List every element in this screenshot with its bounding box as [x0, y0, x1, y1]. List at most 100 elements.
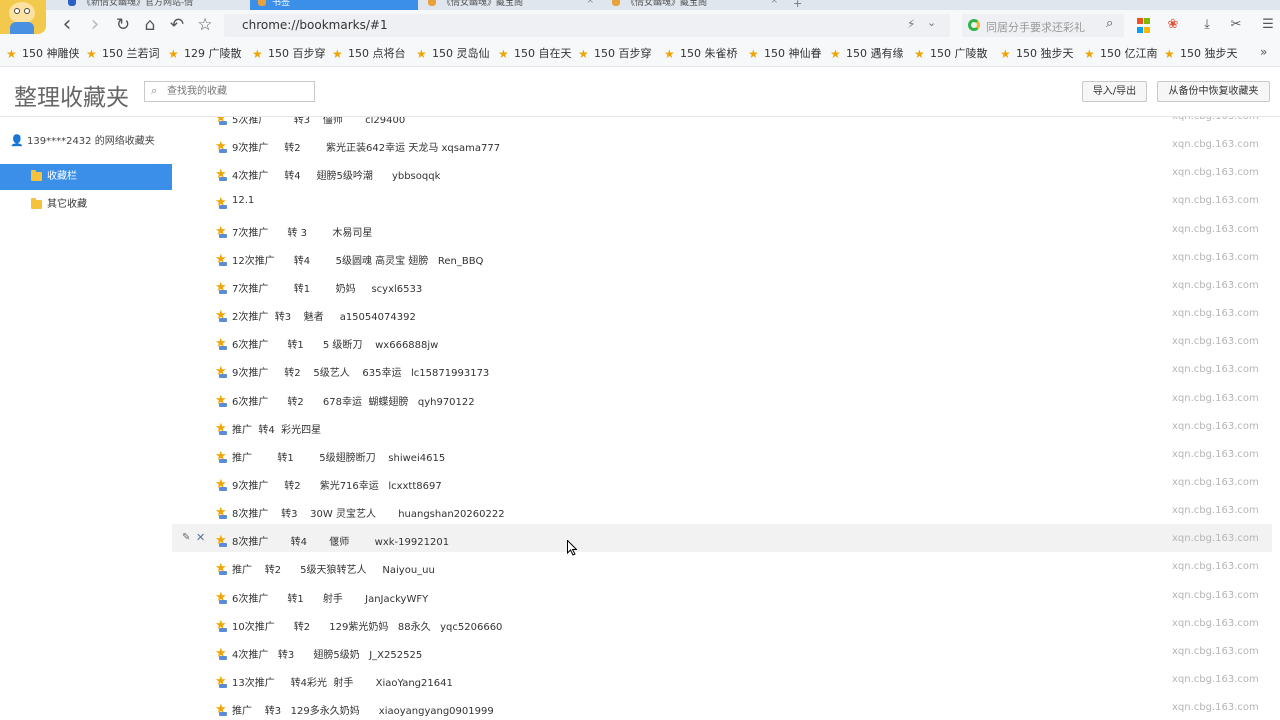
- folder-bookmarks-bar[interactable]: 收藏栏: [0, 164, 172, 190]
- bookmark-bar-item[interactable]: ★ 150 遇有缘: [830, 46, 906, 62]
- bookmark-bar-label: 129 广陵散: [184, 47, 242, 60]
- list-item[interactable]: ★ 6次推广 转1 射手 JanJackyWFY xqn.cbg.163.com: [172, 581, 1272, 609]
- bookmark-bar-item[interactable]: ★ 150 兰若词: [86, 46, 162, 62]
- delete-icon[interactable]: ✕: [196, 531, 205, 544]
- browser-search-box[interactable]: 同居分手要求还彩礼 ⌕: [962, 14, 1124, 37]
- bookmark-bar-item[interactable]: ★ 150 广陵散: [914, 46, 990, 62]
- bookmark-icon: ★: [215, 336, 227, 352]
- bookmark-bar-item[interactable]: ★ 150 自在天: [498, 46, 574, 62]
- folder-other-bookmarks[interactable]: 其它收藏: [0, 192, 172, 218]
- bookmark-star-button[interactable]: ☆: [194, 14, 216, 36]
- tab-label: 《新倩女幽魂》官方网站-倩: [82, 0, 194, 8]
- home-button[interactable]: ⌂: [139, 14, 161, 36]
- bookmark-star-icon: ★: [1000, 47, 1011, 61]
- bookmark-icon: ★: [215, 308, 227, 324]
- bookmark-search[interactable]: ⌕: [144, 81, 315, 102]
- back-button[interactable]: ‹: [56, 14, 78, 36]
- bookmark-icon: ★: [215, 392, 227, 408]
- bookmark-icon: ★: [215, 117, 227, 126]
- bookmark-title: 8次推广 转4 偃师 wxk-19921201: [232, 537, 450, 549]
- game-icon[interactable]: ❀: [1165, 17, 1181, 33]
- new-tab-button[interactable]: +: [793, 0, 802, 10]
- bookmark-bar-item[interactable]: ★ 150 百步穿: [252, 46, 328, 62]
- list-item[interactable]: ★ 4次推广 转4 翅膀5级吟潮 ybbsoqqk xqn.cbg.163.com: [172, 158, 1272, 186]
- list-item[interactable]: ★ 10次推广 转2 129紫光奶妈 88永久 yqc5206660 xqn.cbg…: [172, 609, 1272, 637]
- bookmark-icon: ★: [215, 364, 227, 380]
- avatar[interactable]: [0, 0, 46, 34]
- list-item[interactable]: ★ 6次推广 转1 5 级断刀 wx666888jw xqn.cbg.163.com: [172, 327, 1272, 355]
- list-item[interactable]: ★ 推广 转1 5级翅膀断刀 shiwei4615 xqn.cbg.163.com: [172, 440, 1272, 468]
- chevron-down-icon[interactable]: ⌄: [927, 16, 936, 29]
- bookmark-bar-label: 150 百步穿: [268, 47, 326, 60]
- bookmark-title: 推广 转2 5级天狼转艺人 Naiyou_uu: [232, 565, 435, 577]
- menu-icon[interactable]: ☰: [1260, 17, 1276, 33]
- bookmark-star-icon: ★: [6, 47, 17, 61]
- bookmark-star-icon: ★: [830, 47, 841, 61]
- restore-backup-button[interactable]: 从备份中恢复收藏夹: [1157, 81, 1270, 102]
- list-item[interactable]: ★ 12.1 xqn.cbg.163.com: [172, 186, 1272, 214]
- list-item[interactable]: ★ 6次推广 转2 678幸运 蝴蝶翅膀 qyh970122 xqn.cbg.163…: [172, 384, 1272, 412]
- bookmark-bar-item[interactable]: ★ 150 灵岛仙: [416, 46, 492, 62]
- close-icon[interactable]: ×: [586, 0, 594, 6]
- list-item[interactable]: ★ 13次推广 转4彩光 射手 XiaoYang21641 xqn.cbg.163.…: [172, 665, 1272, 693]
- more-bookmarks-icon[interactable]: »: [1260, 45, 1267, 59]
- tab-qnyh-official[interactable]: 《新倩女幽魂》官方网站-倩: [60, 0, 250, 10]
- bookmark-bar-label: 150 自在天: [514, 47, 572, 60]
- search-icon[interactable]: ⌕: [1106, 16, 1113, 31]
- list-item[interactable]: ✎ ✕ ★ 8次推广 转4 偃师 wxk-19921201 xqn.cbg.163.co…: [172, 524, 1272, 553]
- bookmark-bar-item[interactable]: ★ 150 百步穿: [578, 46, 654, 62]
- tab-cbg-1[interactable]: 《倩女幽魂》藏宝阁 ×: [420, 0, 600, 10]
- list-item[interactable]: ★ 推广 转2 5级天狼转艺人 Naiyou_uu xqn.cbg.163.com: [172, 552, 1272, 580]
- bookmark-bar-label: 150 神雕侠: [22, 47, 80, 60]
- list-item[interactable]: ★ 9次推广 转2 紫光716幸运 lcxxtt8697 xqn.cbg.163.c…: [172, 468, 1272, 496]
- apps-icon[interactable]: [1137, 18, 1153, 34]
- bookmark-url: xqn.cbg.163.com: [1172, 364, 1259, 376]
- list-item[interactable]: ★ 8次推广 转3 30W 灵宝艺人 huangshan20260222 xqn.c…: [172, 496, 1272, 524]
- bookmark-bar-item[interactable]: ★ 150 亿江南: [1084, 46, 1160, 62]
- list-item[interactable]: ★ 9次推广 转2 5级艺人 635幸运 lc15871993173 xqn.cbg…: [172, 355, 1272, 383]
- bookmark-icon: ★: [215, 420, 227, 436]
- edit-icon[interactable]: ✎: [182, 532, 190, 543]
- bookmark-icon: ★: [215, 674, 227, 689]
- bookmark-bar-item[interactable]: ★ 129 广陵散: [168, 46, 244, 62]
- list-item[interactable]: ★ 7次推广 转 3 木易司星 xqn.cbg.163.com: [172, 215, 1272, 243]
- address-bar[interactable]: chrome://bookmarks/#1 ⚡ ⌄: [224, 14, 950, 37]
- bolt-icon[interactable]: ⚡: [907, 17, 915, 31]
- import-export-button[interactable]: 导入/导出: [1082, 81, 1147, 102]
- tab-bookmarks[interactable]: 书签: [250, 0, 418, 10]
- bookmark-bar-item[interactable]: ★ 150 独步天: [1000, 46, 1076, 62]
- bookmark-star-icon: ★: [578, 47, 589, 61]
- reload-button[interactable]: ↻: [112, 14, 134, 36]
- bookmark-title: 2次推广 转3 魅者 a15054074392: [232, 312, 416, 324]
- list-item[interactable]: ★ 4次推广 转3 翅膀5级奶 J_X252525 xqn.cbg.163.com: [172, 637, 1272, 665]
- bookmark-star-icon: ★: [748, 47, 759, 61]
- list-item[interactable]: ★ 推广 转4 彩光四星 xqn.cbg.163.com: [172, 412, 1272, 440]
- undo-button[interactable]: ↶: [166, 14, 188, 36]
- list-item[interactable]: ★ 7次推广 转1 奶妈 scyxl6533 xqn.cbg.163.com: [172, 271, 1272, 299]
- list-item[interactable]: ★ 5次推广 转3 僵师 cl29400 xqn.cbg.163.com: [172, 117, 1272, 130]
- download-icon[interactable]: ⤓: [1199, 17, 1215, 33]
- bookmark-bar-item[interactable]: ★ 150 神仙眷: [748, 46, 824, 62]
- bookmark-bar-item[interactable]: ★ 150 朱雀桥: [664, 46, 740, 62]
- list-item[interactable]: ★ 推广 转3 129多永久奶妈 xiaoyangyang0901999 xqn.c…: [172, 693, 1272, 720]
- bookmark-search-input[interactable]: [167, 84, 307, 99]
- bookmark-bar-item[interactable]: ★ 150 神雕侠: [6, 46, 82, 62]
- bookmark-bar-item[interactable]: ★ 150 独步天: [1164, 46, 1240, 62]
- bookmark-bar-label: 150 广陵散: [930, 47, 988, 60]
- scissors-icon[interactable]: ✂: [1228, 17, 1244, 33]
- list-item[interactable]: ★ 9次推广 转2 紫光正装642幸运 天龙马 xqsama777 xqn.cbg.…: [172, 130, 1272, 158]
- bookmark-icon: ★: [215, 167, 227, 183]
- list-item[interactable]: ★ 2次推广 转3 魅者 a15054074392 xqn.cbg.163.com: [172, 299, 1272, 327]
- bookmark-bar-item[interactable]: ★ 150 点将台: [332, 46, 408, 62]
- bookmark-url: xqn.cbg.163.com: [1172, 308, 1259, 320]
- tab-cbg-2[interactable]: 《倩女幽魂》藏宝阁 ×: [604, 0, 784, 10]
- bookmark-title: 7次推广 转1 奶妈 scyxl6533: [232, 283, 423, 295]
- bookmark-bar-label: 150 点将台: [348, 47, 406, 60]
- bookmark-url: xqn.cbg.163.com: [1172, 117, 1259, 122]
- bookmark-star-icon: ★: [332, 47, 343, 61]
- close-icon[interactable]: ×: [770, 0, 778, 6]
- page-title: 整理收藏夹: [14, 85, 129, 111]
- list-item[interactable]: ★ 12次推广 转4 5级圆魂 高灵宝 翅膀 Ren_BBQ xqn.cbg.163…: [172, 243, 1272, 271]
- bookmark-title: 6次推广 转1 5 级断刀 wx666888jw: [232, 340, 439, 352]
- forward-button[interactable]: ›: [84, 14, 106, 36]
